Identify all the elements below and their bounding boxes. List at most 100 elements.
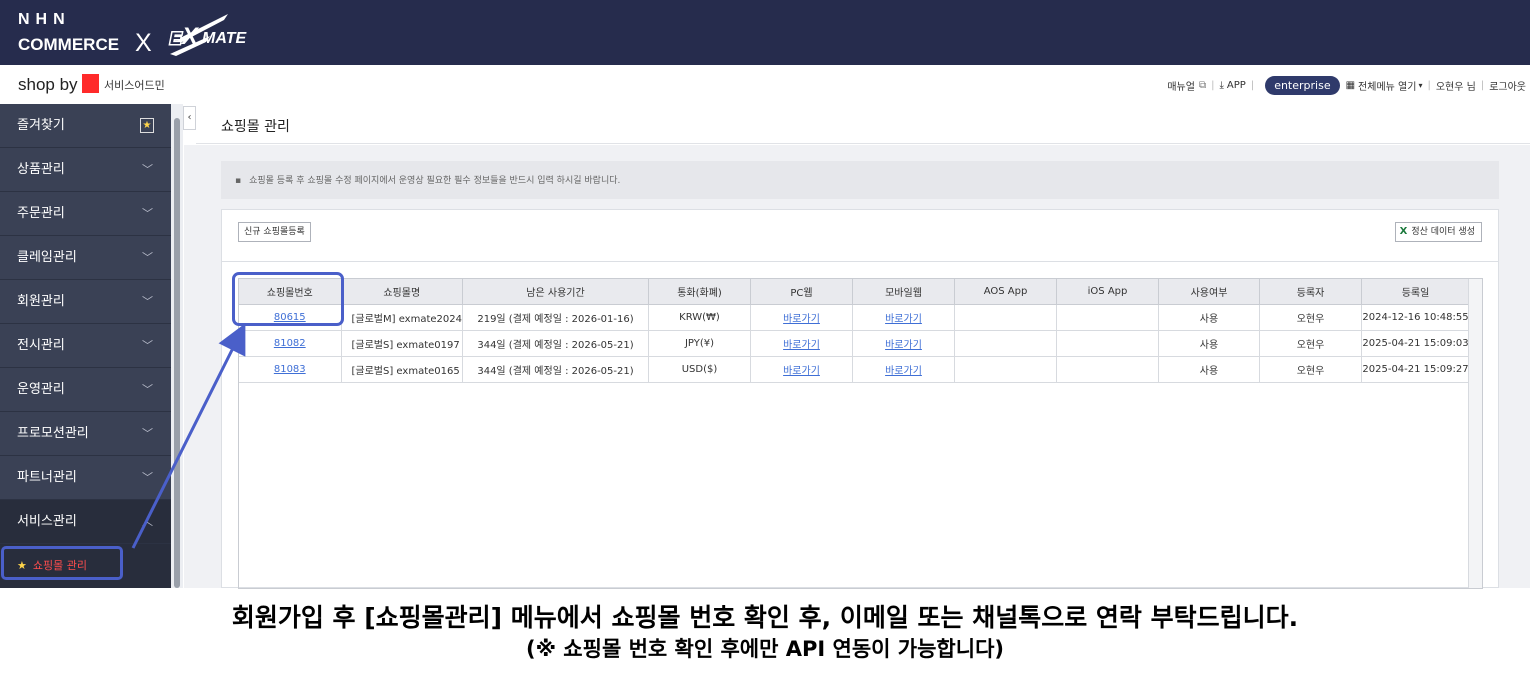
divider: | [1480,80,1485,91]
col-mall-name[interactable]: 쇼핑몰명 [341,279,463,305]
mobile-web-link[interactable]: 바로가기 [885,314,922,325]
sidebar-item-label: 클레임관리 [17,250,77,265]
manual-link[interactable]: 매뉴얼 [1167,78,1195,93]
mall-table-container: 쇼핑몰번호 쇼핑몰명 남은 사용기간 통화(화폐) PC웹 모바일웹 AOS A… [238,278,1483,589]
bookmark-star-icon[interactable]: ★ [140,118,154,133]
registered-date-cell: 2025-04-21 15:09:27 [1361,356,1470,383]
shopby-flag-icon [82,74,99,93]
sidebar-item-partners[interactable]: 파트너관리 ﹀ [0,456,171,500]
sidebar-item-operations[interactable]: 운영관리 ﹀ [0,368,171,412]
admin-header: shop by 서비스어드민 매뉴얼 ⧉ | ⤓ APP | enterpris… [0,65,1530,104]
col-ios-app[interactable]: iOS App [1056,279,1159,305]
chevron-down-icon: ﹀ [142,471,153,484]
sidebar-item-claims[interactable]: 클레임관리 ﹀ [0,236,171,280]
chevron-down-icon: ﹀ [142,163,153,176]
top-banner: NHN COMMERCE X E X MATE [0,0,1530,65]
chevron-down-icon: ﹀ [142,251,153,264]
col-registered-date[interactable]: 등록일 [1361,279,1470,305]
enterprise-badge[interactable]: enterprise [1265,76,1340,95]
svg-text:X: X [180,23,200,50]
pc-web-link[interactable]: 바로가기 [783,366,820,377]
instruction-subcaption: (※ 쇼핑몰 번호 확인 후에만 API 연동이 가능합니다) [525,637,1004,661]
svg-text:E: E [170,29,182,48]
sidebar-item-label: 전시관리 [17,338,65,353]
table-row: 80615 [글로벌M] exmate2024 219일 (결제 예정일 : 2… [239,304,1470,331]
col-remaining-period[interactable]: 남은 사용기간 [462,279,649,305]
chevron-up-icon: ︿ [142,515,153,528]
sidebar: 즐겨찾기 ★ 상품관리 ﹀ 주문관리 ﹀ 클레임관리 ﹀ 회원관리 ﹀ 전시관리 ﹀ 운영… [0,104,171,588]
sidebar-item-members[interactable]: 회원관리 ﹀ [0,280,171,324]
aos-app-cell [954,304,1057,331]
grid-menu-icon: ▦ [1345,80,1356,91]
external-link-icon: ⧉ [1198,80,1207,91]
mall-number-highlight [232,272,344,326]
mobile-web-link[interactable]: 바로가기 [885,340,922,351]
table-scrollbar[interactable] [1468,279,1482,588]
col-mobile-web[interactable]: 모바일웹 [852,279,955,305]
divider: | [1250,80,1255,91]
chevron-left-icon: ‹ [187,112,192,123]
col-registrant[interactable]: 등록자 [1259,279,1362,305]
sidebar-item-service[interactable]: 서비스관리 ︿ [0,500,171,544]
divider: | [1211,80,1215,91]
use-status-cell: 사용 [1158,330,1260,357]
remaining-period-cell: 344일 (결제 예정일 : 2026-05-21) [462,330,649,357]
col-use-status[interactable]: 사용여부 [1158,279,1260,305]
app-link[interactable]: APP [1227,80,1246,91]
sidebar-item-label: 회원관리 [17,294,65,309]
use-status-cell: 사용 [1158,356,1260,383]
header-links: 매뉴얼 ⧉ | ⤓ APP | enterprise ▦ 전체메뉴 열기 ▾ |… [1167,76,1526,95]
chevron-down-icon: ﹀ [142,383,153,396]
currency-cell: USD($) [648,356,751,383]
table-row: 81082 [글로벌S] exmate0197 344일 (결제 예정일 : 2… [239,330,1470,357]
currency-cell: KRW(₩) [648,304,751,331]
pc-web-link[interactable]: 바로가기 [783,340,820,351]
sidebar-item-label: 상품관리 [17,162,65,177]
excel-icon: X [1399,226,1408,237]
ios-app-cell [1056,330,1159,357]
shopby-logo-text: shop by [18,75,78,94]
use-status-cell: 사용 [1158,304,1260,331]
bullet: ▪ [235,176,242,186]
mall-name-cell: [글로벌S] exmate0197 [341,330,463,357]
all-menu-link[interactable]: 전체메뉴 열기 [1358,78,1416,93]
registrant-cell: 오현우 [1259,304,1362,331]
mall-number-link[interactable]: 81083 [274,364,306,375]
sidebar-item-label: 운영관리 [17,382,65,397]
registrant-cell: 오현우 [1259,356,1362,383]
aos-app-cell [954,330,1057,357]
instruction-caption: 회원가입 후 [쇼핑몰관리] 메뉴에서 쇼핑몰 번호 확인 후, 이메일 또는 … [231,603,1299,632]
col-aos-app[interactable]: AOS App [954,279,1057,305]
commerce-logo-text: COMMERCE [18,35,120,54]
mobile-web-link[interactable]: 바로가기 [885,366,922,377]
registered-date-cell: 2024-12-16 10:48:55 [1361,304,1470,331]
mall-number-link[interactable]: 81082 [274,338,306,349]
logout-link[interactable]: 로그아웃 [1489,78,1526,93]
pc-web-link[interactable]: 바로가기 [783,314,820,325]
sidebar-item-orders[interactable]: 주문관리 ﹀ [0,192,171,236]
col-pc-web[interactable]: PC웹 [750,279,853,305]
exmate-logo: E X MATE [169,14,247,56]
currency-cell: JPY(¥) [648,330,751,357]
sidebar-collapse-button[interactable]: ‹ [183,106,196,130]
remaining-period-cell: 344일 (결제 예정일 : 2026-05-21) [462,356,649,383]
settlement-data-button[interactable]: X 정산 데이터 생성 [1394,222,1482,242]
sidebar-item-products[interactable]: 상품관리 ﹀ [0,148,171,192]
mall-table: 쇼핑몰번호 쇼핑몰명 남은 사용기간 통화(화폐) PC웹 모바일웹 AOS A… [239,279,1470,383]
mall-name-cell: [글로벌S] exmate0165 [341,356,463,383]
col-currency[interactable]: 통화(화폐) [648,279,751,305]
chevron-down-icon: ﹀ [142,427,153,440]
sidebar-item-display[interactable]: 전시관리 ﹀ [0,324,171,368]
caret-down-icon: ▾ [1418,81,1423,90]
user-name: 오현우 님 [1435,82,1476,93]
remaining-period-cell: 219일 (결제 예정일 : 2026-01-16) [462,304,649,331]
sidebar-item-favorites[interactable]: 즐겨찾기 ★ [0,104,171,148]
sidebar-item-promotions[interactable]: 프로모션관리 ﹀ [0,412,171,456]
ios-app-cell [1056,304,1159,331]
nhn-logo-text: NHN [18,11,71,28]
service-admin-label: 서비스어드민 [104,79,165,92]
content-header: 쇼핑몰 관리 [196,104,1530,144]
collab-x: X [135,29,152,57]
new-mall-button[interactable]: 신규 쇼핑몰등록 [238,222,311,242]
sidebar-scrollbar-thumb[interactable] [174,118,180,588]
